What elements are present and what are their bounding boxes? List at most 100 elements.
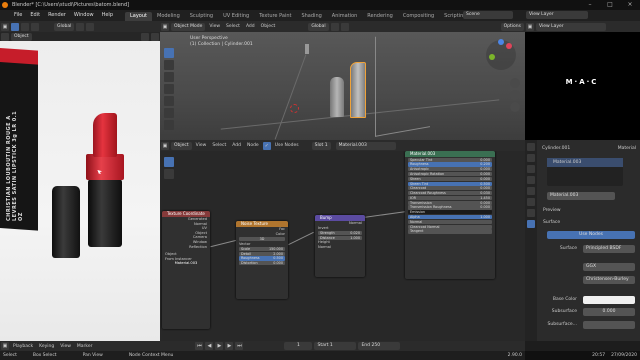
shader-type-dropdown[interactable]: Object bbox=[171, 141, 192, 150]
pivot-icon[interactable] bbox=[76, 22, 85, 31]
menu-window[interactable]: Window bbox=[70, 10, 98, 21]
zoom-icon[interactable] bbox=[510, 78, 520, 88]
tab-uv-editing[interactable]: UV Editing bbox=[218, 12, 254, 21]
bsdf-input-row[interactable]: Transmission Roughness 0.000 bbox=[408, 205, 492, 210]
select-mode-extend-icon[interactable] bbox=[31, 22, 39, 31]
slot-dropdown[interactable]: Slot 1 bbox=[311, 141, 331, 150]
preview-section[interactable]: Preview bbox=[539, 206, 565, 216]
scene-selector[interactable]: Scene bbox=[463, 11, 513, 19]
distribution-dropdown[interactable]: GGX bbox=[583, 263, 635, 271]
material-slot-item[interactable]: Material.003 bbox=[547, 158, 623, 167]
camera-icon[interactable] bbox=[151, 32, 159, 41]
close-icon[interactable]: × bbox=[620, 0, 640, 10]
select-box-icon[interactable] bbox=[11, 22, 19, 31]
bsdf-input-row[interactable]: Clearcoat Normal bbox=[408, 224, 492, 229]
snap-icon[interactable] bbox=[330, 22, 339, 31]
navigation-gizmo[interactable] bbox=[486, 39, 516, 70]
modifier-tab-icon[interactable] bbox=[527, 209, 535, 217]
node-editor[interactable]: Texture Coordinate Generated Normal UV O… bbox=[160, 151, 525, 341]
tool-tab-icon[interactable] bbox=[527, 143, 535, 151]
menu-help[interactable]: Help bbox=[98, 10, 117, 21]
bsdf-input-row[interactable]: IOR 1.450 bbox=[408, 195, 492, 201]
detail-field[interactable]: Detail 2.000 bbox=[239, 251, 285, 256]
next-key-icon[interactable]: ▶ bbox=[225, 342, 234, 350]
render-preview[interactable]: CHRISTIAN LOUBOUTIN ROUGE A LEVRES SATIN… bbox=[0, 41, 160, 341]
strength-field[interactable]: Strength 0.020 bbox=[318, 230, 362, 235]
select-mode-icon[interactable] bbox=[21, 22, 29, 31]
use-nodes-checkbox[interactable]: ✓ bbox=[262, 141, 271, 150]
bsdf-input-row[interactable]: Clearcoat 0.000 bbox=[408, 186, 492, 191]
z-axis-icon[interactable] bbox=[498, 39, 504, 45]
menu-view[interactable]: View bbox=[193, 140, 210, 151]
subsurface-radius-field[interactable] bbox=[583, 321, 635, 329]
bsdf-input-row[interactable]: Roughness 0.200 bbox=[408, 162, 492, 167]
socket-reflection[interactable]: Reflection bbox=[162, 245, 210, 250]
3d-cursor-icon[interactable] bbox=[290, 104, 299, 113]
menu-keying[interactable]: Keying bbox=[36, 341, 57, 352]
cursor-tool-icon[interactable] bbox=[164, 60, 174, 70]
dimensions-dropdown[interactable]: 3D bbox=[239, 236, 285, 241]
view-icon[interactable] bbox=[1, 32, 9, 41]
editor-type-icon[interactable]: ▣ bbox=[161, 141, 169, 150]
menu-add[interactable]: Add bbox=[229, 140, 244, 151]
object-mode-dropdown[interactable]: Object bbox=[11, 32, 32, 41]
toggle-icon[interactable] bbox=[141, 32, 149, 41]
scale-tool-icon[interactable] bbox=[164, 96, 174, 106]
tab-compositing[interactable]: Compositing bbox=[398, 12, 439, 21]
current-frame-field[interactable]: 1 bbox=[284, 342, 313, 350]
select-tool-icon[interactable] bbox=[164, 48, 174, 58]
invert-checkbox[interactable]: Invert bbox=[315, 226, 365, 231]
menu-select[interactable]: Select bbox=[209, 140, 229, 151]
bsdf-input-row[interactable]: Tangent bbox=[408, 229, 492, 234]
snap-icon[interactable] bbox=[86, 22, 95, 31]
jump-start-icon[interactable]: ⏮ bbox=[195, 342, 204, 350]
y-axis-icon[interactable] bbox=[489, 54, 495, 60]
blender-menu-icon[interactable] bbox=[0, 10, 10, 21]
mode-dropdown[interactable]: Object Mode bbox=[171, 22, 206, 31]
menu-view[interactable]: View bbox=[57, 341, 74, 352]
maximize-icon[interactable]: □ bbox=[600, 0, 620, 10]
menu-render[interactable]: Render bbox=[44, 10, 70, 21]
box-select-icon[interactable] bbox=[164, 169, 174, 179]
menu-object[interactable]: Object bbox=[258, 21, 279, 32]
texture-coordinate-node[interactable]: Texture Coordinate Generated Normal UV O… bbox=[162, 211, 210, 329]
subsurface-method-dropdown[interactable]: Christensen-Burley bbox=[583, 276, 635, 284]
bsdf-input-row[interactable]: Sheen 0.000 bbox=[408, 176, 492, 181]
viewport-selected-lipstick[interactable] bbox=[350, 62, 366, 118]
editor-type-icon[interactable]: ▣ bbox=[161, 22, 169, 31]
subsurface-field[interactable]: 0.000 bbox=[583, 308, 635, 316]
menu-marker[interactable]: Marker bbox=[74, 341, 96, 352]
tab-rendering[interactable]: Rendering bbox=[362, 12, 398, 21]
principled-bsdf-node[interactable]: Material.003 Specular Tint 0.000 Roughness… bbox=[405, 151, 495, 279]
play-icon[interactable]: ▶ bbox=[215, 342, 224, 350]
bsdf-input-row[interactable]: Anisotropic Rotation 0.000 bbox=[408, 171, 492, 177]
bsdf-input-row[interactable]: Specular Tint 0.000 bbox=[408, 157, 492, 162]
menu-playback[interactable]: Playback bbox=[10, 341, 36, 352]
tab-layout[interactable]: Layout bbox=[125, 11, 152, 21]
view-layer-tab-icon[interactable] bbox=[527, 176, 535, 184]
editor-type-icon[interactable]: ▣ bbox=[1, 342, 9, 350]
transform-orientation-dropdown[interactable]: Global bbox=[54, 22, 75, 31]
outliner-view-layer[interactable]: View Layer bbox=[536, 22, 606, 31]
object-tab-icon[interactable] bbox=[527, 198, 535, 206]
jump-end-icon[interactable]: ⏭ bbox=[235, 342, 244, 350]
bsdf-input-row[interactable]: Transmission 0.000 bbox=[408, 200, 492, 205]
menu-select[interactable]: Select bbox=[223, 21, 243, 32]
bsdf-input-row[interactable]: Sheen Tint 0.500 bbox=[408, 181, 492, 186]
annotate-tool-icon[interactable] bbox=[164, 108, 174, 118]
tab-shading[interactable]: Shading bbox=[296, 12, 326, 21]
move-tool-icon[interactable] bbox=[164, 72, 174, 82]
view-layer-selector[interactable]: View Layer bbox=[526, 11, 588, 19]
bsdf-input-row[interactable]: Alpha 1.000 bbox=[408, 214, 492, 220]
surface-section[interactable]: Surface bbox=[539, 218, 564, 228]
editor-type-icon[interactable]: ▣ bbox=[1, 22, 9, 31]
tab-sculpting[interactable]: Sculpting bbox=[185, 12, 218, 21]
material-slot-list[interactable]: Material.003 bbox=[547, 158, 623, 186]
socket-normal-in[interactable]: Normal bbox=[315, 245, 365, 250]
camera-view-icon[interactable] bbox=[510, 102, 520, 112]
material-tab-icon[interactable] bbox=[527, 220, 535, 228]
scale-field[interactable]: Scale 150.000 bbox=[239, 246, 285, 251]
editor-type-icon[interactable]: ▣ bbox=[526, 22, 534, 31]
proportional-edit-icon[interactable] bbox=[340, 22, 349, 31]
options-dropdown[interactable]: Options bbox=[500, 22, 524, 31]
